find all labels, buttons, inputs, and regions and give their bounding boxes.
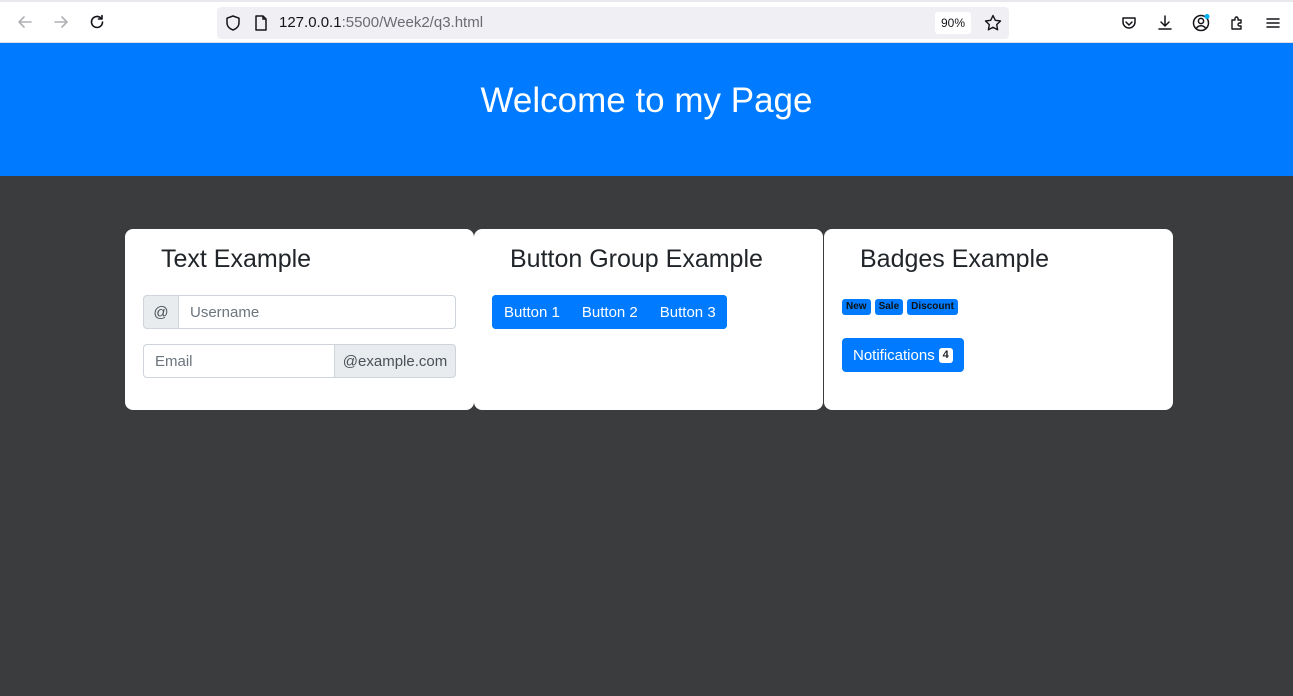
button-group: Button 1 Button 2 Button 3	[492, 295, 727, 329]
page-title: Welcome to my Page	[480, 80, 813, 120]
account-icon[interactable]	[1190, 12, 1212, 34]
star-icon[interactable]	[983, 13, 1003, 33]
badge-discount: Discount	[907, 299, 958, 315]
browser-toolbar: 127.0.0.1:5500/Week2/q3.html 90%	[0, 0, 1293, 43]
page-icon[interactable]	[252, 14, 270, 32]
badge-new: New	[842, 299, 871, 315]
card-title: Badges Example	[860, 245, 1050, 273]
notifications-count-badge: 4	[938, 347, 953, 363]
address-bar[interactable]: 127.0.0.1:5500/Week2/q3.html 90%	[217, 7, 1009, 39]
email-input[interactable]	[143, 344, 334, 378]
button-3[interactable]: Button 3	[648, 295, 727, 329]
badge-sale: Sale	[874, 299, 904, 315]
notifications-label: Notifications	[853, 346, 935, 364]
card-title: Text Example	[161, 245, 312, 273]
download-icon[interactable]	[1154, 12, 1176, 34]
button-1[interactable]: Button 1	[492, 295, 571, 329]
extensions-icon[interactable]	[1226, 12, 1248, 34]
page-header: Welcome to my Page	[0, 43, 1293, 176]
url-text[interactable]: 127.0.0.1:5500/Week2/q3.html	[279, 14, 483, 32]
notifications-button[interactable]: Notifications 4	[842, 338, 964, 372]
badges-card: Badges Example New Sale Discount Notific…	[824, 229, 1173, 410]
username-input-group: @	[143, 295, 456, 329]
badge-list: New Sale Discount	[842, 299, 958, 315]
email-input-group: @example.com	[143, 344, 456, 378]
pocket-icon[interactable]	[1118, 12, 1140, 34]
email-suffix: @example.com	[334, 344, 456, 378]
zoom-level[interactable]: 90%	[935, 12, 972, 34]
username-prefix: @	[143, 295, 179, 329]
url-path: :5500/Week2/q3.html	[341, 14, 484, 31]
text-example-card: Text Example @ @example.com	[125, 229, 474, 410]
url-host: 127.0.0.1	[279, 14, 342, 31]
button-group-card: Button Group Example Button 1 Button 2 B…	[474, 229, 823, 410]
reload-icon[interactable]	[85, 10, 109, 34]
button-2[interactable]: Button 2	[570, 295, 649, 329]
forward-icon[interactable]	[49, 10, 73, 34]
back-icon[interactable]	[13, 10, 37, 34]
username-input[interactable]	[179, 295, 456, 329]
shield-icon[interactable]	[224, 14, 242, 32]
menu-icon[interactable]	[1262, 12, 1284, 34]
card-title: Button Group Example	[510, 245, 763, 273]
